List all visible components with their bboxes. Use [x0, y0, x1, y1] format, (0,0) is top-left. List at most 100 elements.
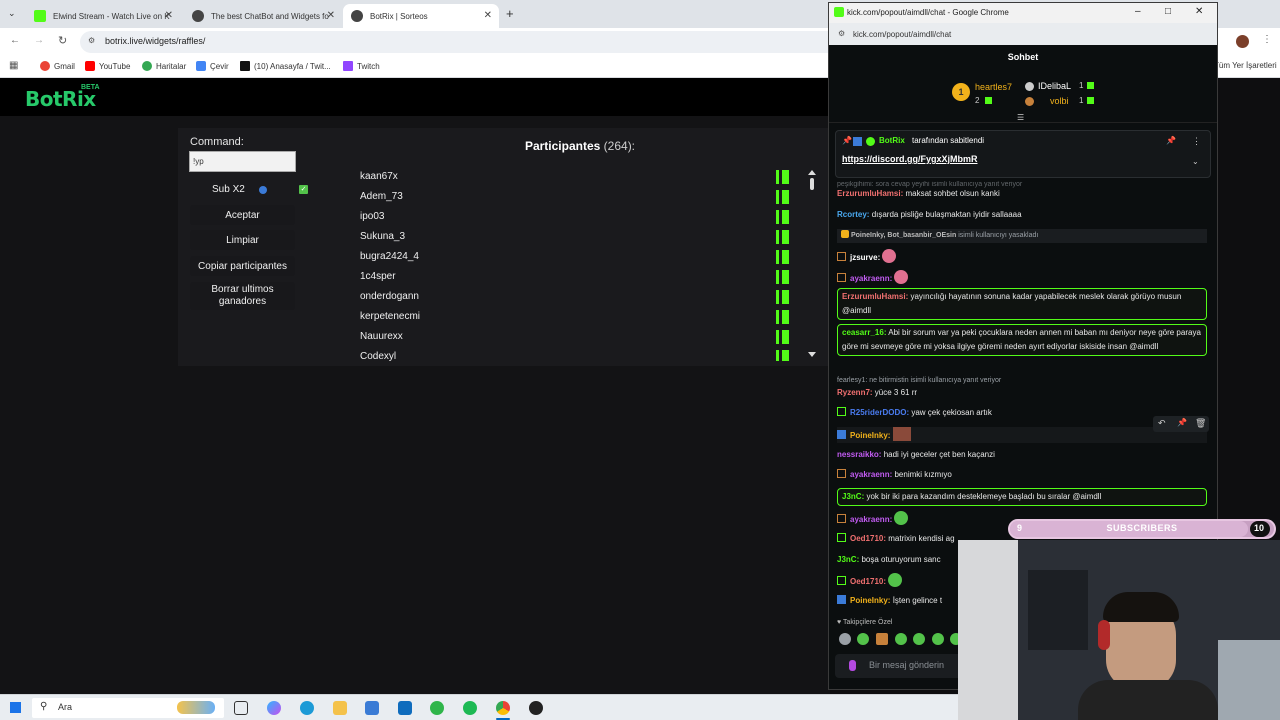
kick-logo-icon — [776, 350, 789, 361]
bookmark-gmail[interactable]: Gmail — [40, 61, 75, 71]
chat-username[interactable]: jzsurve: — [850, 253, 880, 262]
clear-button[interactable]: Limpiar — [190, 230, 295, 250]
leader-1-name[interactable]: heartles7 — [975, 82, 1012, 92]
emote-icon[interactable] — [913, 633, 925, 645]
silver-medal-icon — [1025, 82, 1034, 91]
delete-last-winners-button[interactable]: Borrar ultimos ganadores — [190, 282, 295, 310]
task-view-icon[interactable] — [234, 701, 248, 715]
site-info-icon[interactable]: ⚙ — [88, 36, 95, 45]
sub-x2-option[interactable]: Sub X2 ✓ — [212, 184, 312, 198]
collapse-leaderboard-icon[interactable]: ☰ — [1017, 113, 1024, 122]
bookmark-youtube[interactable]: YouTube — [85, 61, 130, 71]
reply-icon[interactable]: ↶ — [1158, 418, 1166, 429]
chat-username[interactable]: ayakraenn: — [850, 470, 892, 479]
more-menu-icon[interactable]: ⋮ — [1262, 34, 1272, 45]
emote-icon[interactable] — [932, 633, 944, 645]
webcam-monitor — [1218, 640, 1280, 720]
taskbar-search[interactable]: ⚲ Ara — [32, 698, 224, 718]
emote-icon[interactable] — [876, 633, 888, 645]
windows-start-icon[interactable] — [10, 702, 21, 713]
chat-text: benimki kızmıyo — [894, 470, 952, 479]
chrome-icon[interactable] — [496, 701, 510, 715]
emote-icon[interactable] — [895, 633, 907, 645]
chat-username[interactable]: ErzurumluHamsi: — [837, 189, 903, 198]
obs-icon[interactable] — [529, 701, 543, 715]
back-arrow-icon[interactable]: ← — [10, 35, 20, 46]
chat-username[interactable]: R25riderDODO: — [850, 408, 909, 417]
chat-username[interactable]: nessraikko: — [837, 450, 881, 459]
highlighted-message: J3nC: yok bir iki para kazandım destekle… — [837, 488, 1207, 506]
spotify-icon[interactable] — [463, 701, 477, 715]
pinned-by-user[interactable]: BotRix — [879, 136, 905, 145]
tab-botrix-sorteos[interactable]: BotRix | Sorteos ✕ — [343, 4, 499, 28]
tab-elwind-stream[interactable]: Elwind Stream - Watch Live on K ✕ — [26, 4, 180, 28]
maximize-icon[interactable]: □ — [1165, 6, 1171, 17]
chat-username[interactable]: Ryzenn7: — [837, 388, 873, 397]
all-bookmarks[interactable]: Tüm Yer İşaretleri — [1214, 61, 1277, 70]
emote-icon[interactable] — [839, 633, 851, 645]
close-tab-icon[interactable]: ✕ — [327, 10, 335, 21]
bookmark-haritalar[interactable]: Haritalar — [142, 61, 186, 71]
chat-username[interactable]: Oed1710: — [850, 534, 886, 543]
delete-icon[interactable]: 🗑 — [1195, 418, 1206, 429]
verified-badge-icon — [866, 137, 875, 146]
minimize-icon[interactable]: – — [1135, 6, 1141, 17]
scroll-down-arrow-icon[interactable] — [808, 352, 816, 357]
participants-scrollbar[interactable] — [808, 168, 816, 358]
bookmark-twitch[interactable]: Twitch — [343, 61, 380, 71]
pin-message-icon[interactable]: 📌 — [1177, 418, 1187, 427]
pinned-more-icon[interactable]: ⋮ — [1192, 136, 1201, 147]
chat-message: ayakraenn: — [837, 270, 1207, 286]
close-tab-icon[interactable]: ✕ — [484, 10, 492, 21]
sub-x2-checkbox[interactable]: ✓ — [299, 185, 308, 194]
bookmark-cevir[interactable]: Çevir — [196, 61, 229, 71]
site-info-icon[interactable]: ⚙ — [838, 29, 845, 38]
new-tab-button[interactable]: + — [506, 6, 514, 21]
chat-username[interactable]: PoineInky: — [850, 431, 890, 440]
file-explorer-icon[interactable] — [333, 701, 347, 715]
close-window-icon[interactable]: ✕ — [1195, 6, 1203, 17]
chat-username[interactable]: ayakraenn: — [850, 515, 892, 524]
chat-username[interactable]: J3nC: — [842, 492, 864, 501]
copilot-icon[interactable] — [267, 701, 281, 715]
info-icon[interactable] — [259, 186, 267, 194]
pinned-link[interactable]: https://discord.gg/FygxXjMbmR — [842, 154, 978, 164]
bookmark-twitter[interactable]: (10) Anasayfa / Twit... — [240, 61, 331, 71]
search-icon: ⚲ — [40, 701, 48, 712]
reload-icon[interactable]: ↻ — [58, 34, 67, 47]
participants-list[interactable]: kaan67x Adem_73 ipo03 Sukuna_3 bugra2424_4 1c… — [345, 168, 823, 361]
leader-2-name[interactable]: IDelibaL — [1038, 81, 1071, 91]
profile-avatar[interactable] — [1236, 35, 1249, 48]
apps-grid-icon[interactable]: ▦ — [9, 60, 18, 71]
command-input[interactable] — [189, 151, 296, 172]
scroll-up-arrow-icon[interactable] — [808, 170, 816, 175]
leader-3-name[interactable]: volbi — [1050, 96, 1069, 106]
expand-pinned-icon[interactable]: ⌄ — [1192, 157, 1199, 166]
chat-username[interactable]: ErzurumluHamsi: — [842, 292, 908, 301]
chat-username[interactable]: Rcortey: — [837, 210, 869, 219]
store-icon[interactable] — [365, 701, 379, 715]
emote-icon[interactable] — [857, 633, 869, 645]
chat-text: maksat sohbet olsun kanki — [905, 189, 1000, 198]
copy-participants-button[interactable]: Copiar participantes — [190, 256, 295, 276]
tab-botrix-home[interactable]: The best ChatBot and Widgets fo ✕ — [184, 4, 342, 28]
chat-username[interactable]: ceasarr_16: — [842, 328, 886, 337]
close-tab-icon[interactable]: ✕ — [165, 10, 173, 21]
chat-username[interactable]: J3nC: — [837, 555, 859, 564]
forward-arrow-icon[interactable]: → — [34, 35, 44, 46]
chat-username[interactable]: PoineInky: — [850, 596, 890, 605]
scrollbar-thumb[interactable] — [810, 178, 814, 190]
banned-users: PoineInky, Bot_basanbir_OEsin — [850, 232, 957, 239]
microphone-icon[interactable] — [849, 660, 856, 671]
chat-username[interactable]: ayakraenn: — [850, 274, 892, 283]
outlook-icon[interactable] — [398, 701, 412, 715]
unpin-icon[interactable]: 📌 — [1166, 136, 1176, 145]
participant-name: kerpetenecmi — [360, 311, 421, 322]
tab-list-dropdown-icon[interactable]: ⌄ — [8, 8, 16, 19]
accept-button[interactable]: Aceptar — [190, 205, 295, 225]
green-app-icon[interactable] — [430, 701, 444, 715]
edge-icon[interactable] — [300, 701, 314, 715]
popout-address-bar[interactable]: ⚙ kick.com/popout/aimdll/chat — [829, 23, 1217, 45]
participant-row: Sukuna_3 — [345, 228, 823, 248]
chat-username[interactable]: Oed1710: — [850, 577, 886, 586]
